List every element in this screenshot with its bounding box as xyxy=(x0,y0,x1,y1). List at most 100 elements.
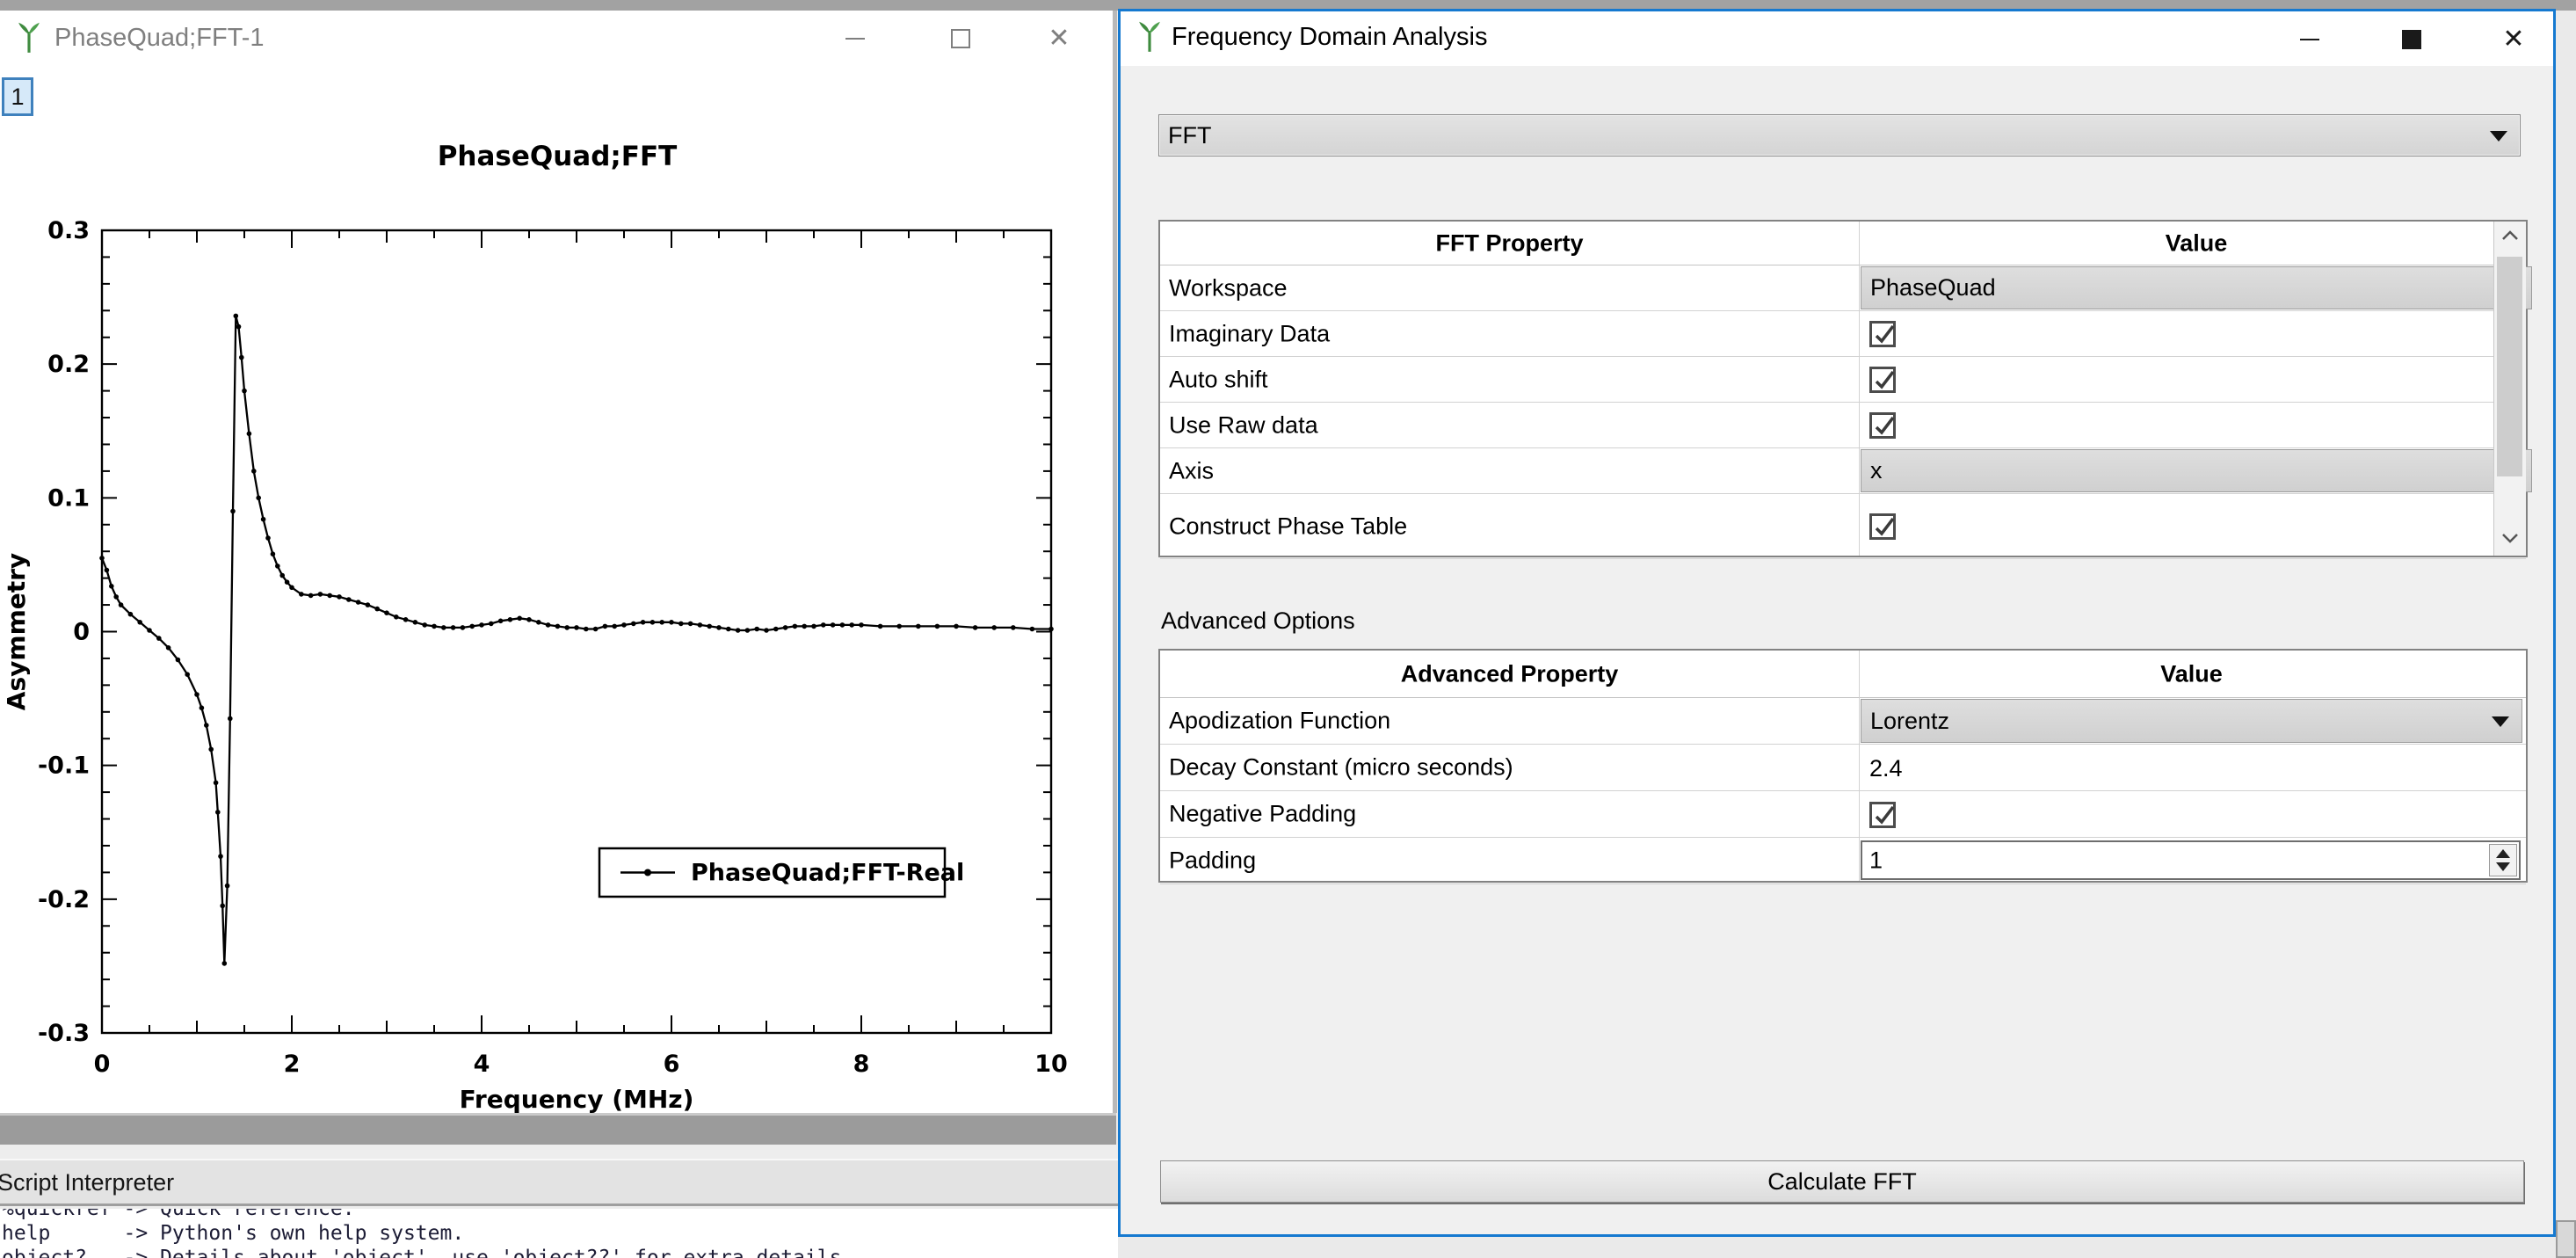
dialog-minimize-button[interactable] xyxy=(2270,11,2349,68)
padding-label: Padding xyxy=(1169,847,1256,875)
data-point-marker xyxy=(215,810,221,815)
fft-table-row-use-raw-data: Use Raw data xyxy=(1160,403,2526,448)
fft-table-row-construct-phase-table: Construct Phase Table xyxy=(1160,494,2526,559)
adv-table-header-value: Value xyxy=(2160,660,2223,687)
method-dropdown[interactable]: FFT xyxy=(1158,114,2521,156)
data-point-marker xyxy=(156,636,162,641)
spin-up-icon[interactable] xyxy=(2496,849,2510,858)
negative-padding-checkbox[interactable] xyxy=(1869,802,1896,828)
frequency-domain-analysis-dialog: Frequency Domain Analysis ✕ FFT FFT Prop… xyxy=(1118,9,2556,1237)
auto-shift-checkbox[interactable] xyxy=(1869,367,1896,393)
plot-window-bottom-frame xyxy=(0,1113,1116,1145)
dialog-close-button[interactable]: ✕ xyxy=(2474,11,2553,68)
data-point-marker xyxy=(194,692,200,697)
data-point-marker xyxy=(621,622,627,628)
data-point-marker xyxy=(432,624,437,629)
data-point-marker xyxy=(555,624,561,629)
script-interpreter-title: Script Interpreter xyxy=(0,1169,174,1196)
construct-phase-table-checkbox[interactable] xyxy=(1869,513,1896,540)
chevron-down-icon xyxy=(2490,131,2507,142)
workspace-label: Workspace xyxy=(1169,274,1288,302)
console-text: %quickref -> Quick reference. help -> Py… xyxy=(2,1209,1118,1258)
fft-table-header-property: FFT Property xyxy=(1435,229,1583,257)
data-point-marker xyxy=(214,781,219,786)
data-point-marker xyxy=(489,622,494,627)
data-point-marker xyxy=(137,620,142,625)
padding-spinner[interactable]: 1 xyxy=(1861,840,2521,880)
dialog-maximize-button[interactable] xyxy=(2372,11,2451,68)
data-point-marker xyxy=(745,628,751,633)
data-point-marker xyxy=(840,622,845,628)
data-point-marker xyxy=(754,627,759,632)
x-tick-label: 8 xyxy=(853,1051,870,1078)
scroll-down-button[interactable] xyxy=(2494,524,2526,556)
data-point-marker xyxy=(859,622,864,628)
y-tick-label: 0.3 xyxy=(47,217,90,244)
data-point-marker xyxy=(242,389,247,394)
script-interpreter-titlebar[interactable]: Script Interpreter xyxy=(0,1159,1118,1206)
data-point-marker xyxy=(508,617,513,622)
data-point-marker xyxy=(973,625,978,630)
data-point-marker xyxy=(896,624,902,629)
data-point-marker xyxy=(678,622,684,627)
close-icon: ✕ xyxy=(2502,26,2524,53)
data-point-marker xyxy=(707,624,712,629)
data-point-marker xyxy=(176,658,181,663)
spin-down-icon[interactable] xyxy=(2496,862,2510,871)
data-point-marker xyxy=(564,625,570,630)
minimize-button[interactable] xyxy=(816,11,895,67)
scroll-thumb[interactable] xyxy=(2497,257,2522,476)
data-point-marker xyxy=(688,622,693,627)
workspace-dropdown[interactable]: PhaseQuad xyxy=(1861,266,2532,309)
data-point-marker xyxy=(327,593,332,599)
negative-padding-label: Negative Padding xyxy=(1169,801,1356,828)
fft-table-row-axis: Axisx xyxy=(1160,448,2526,494)
close-button[interactable]: ✕ xyxy=(1020,11,1099,67)
data-point-marker xyxy=(954,624,959,629)
data-point-marker xyxy=(166,645,171,651)
data-point-marker xyxy=(574,625,579,630)
data-point-marker xyxy=(584,627,589,632)
use-raw-data-checkbox[interactable] xyxy=(1869,412,1896,439)
data-point-marker xyxy=(498,619,504,624)
imaginary-data-label: Imaginary Data xyxy=(1169,320,1330,347)
data-point-marker xyxy=(783,625,788,630)
y-tick-label: -0.3 xyxy=(38,1020,90,1047)
data-point-marker xyxy=(612,624,617,629)
y-tick-label: 0.1 xyxy=(47,484,90,512)
minimize-icon xyxy=(2300,39,2319,40)
axis-dropdown[interactable]: x xyxy=(1861,449,2532,492)
dialog-title: Frequency Domain Analysis xyxy=(1172,23,1487,52)
plot-window-titlebar[interactable]: PhaseQuad;FFT-1 ✕ xyxy=(0,11,1113,67)
y-tick-label: -0.2 xyxy=(38,886,90,913)
fft-table-row-workspace: WorkspacePhaseQuad xyxy=(1160,265,2526,311)
chart-title: PhaseQuad;FFT xyxy=(438,141,678,172)
data-point-marker xyxy=(308,593,314,599)
data-point-marker xyxy=(736,628,741,633)
app-icon xyxy=(12,21,46,56)
imaginary-data-checkbox[interactable] xyxy=(1869,321,1896,347)
scroll-up-button[interactable] xyxy=(2494,222,2526,253)
data-point-marker xyxy=(113,594,119,600)
advanced-property-table: Advanced PropertyValueApodization Functi… xyxy=(1158,649,2528,883)
decay-constant-value[interactable]: 2.4 xyxy=(1869,755,1903,782)
data-point-marker xyxy=(285,579,290,585)
calculate-fft-button[interactable]: Calculate FFT xyxy=(1160,1160,2524,1203)
data-point-marker xyxy=(413,620,418,625)
data-point-marker xyxy=(716,625,722,630)
data-point-marker xyxy=(394,614,399,620)
data-point-marker xyxy=(441,625,446,630)
data-point-marker xyxy=(374,607,380,612)
apodization-function-dropdown[interactable]: Lorentz xyxy=(1861,699,2522,743)
script-interpreter-console[interactable]: %quickref -> Quick reference. help -> Py… xyxy=(0,1209,1118,1258)
data-point-marker xyxy=(451,625,456,630)
maximize-button[interactable] xyxy=(921,11,1000,67)
data-point-marker xyxy=(318,592,323,597)
table-scrollbar[interactable] xyxy=(2493,222,2526,556)
y-tick-label: 0.2 xyxy=(47,351,90,378)
data-point-marker xyxy=(265,535,271,541)
dialog-titlebar[interactable]: Frequency Domain Analysis ✕ xyxy=(1121,11,2553,66)
padding-spin-buttons[interactable] xyxy=(2489,844,2517,876)
data-point-marker xyxy=(461,625,466,630)
maximize-icon xyxy=(951,29,970,48)
